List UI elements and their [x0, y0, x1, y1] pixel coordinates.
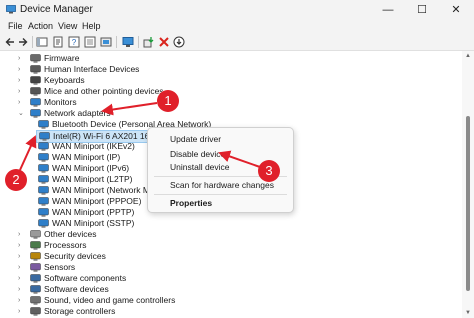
annotation-badge-2: 2	[5, 169, 27, 191]
arrow-to-wifi-adapter	[19, 135, 37, 171]
annotation-badge-3: 3	[258, 160, 280, 182]
annotation-badge-1: 1	[157, 90, 179, 112]
arrow-to-network-adapters	[101, 102, 158, 116]
arrow-to-disable-device	[218, 150, 261, 168]
annotation-arrows	[19, 102, 261, 171]
